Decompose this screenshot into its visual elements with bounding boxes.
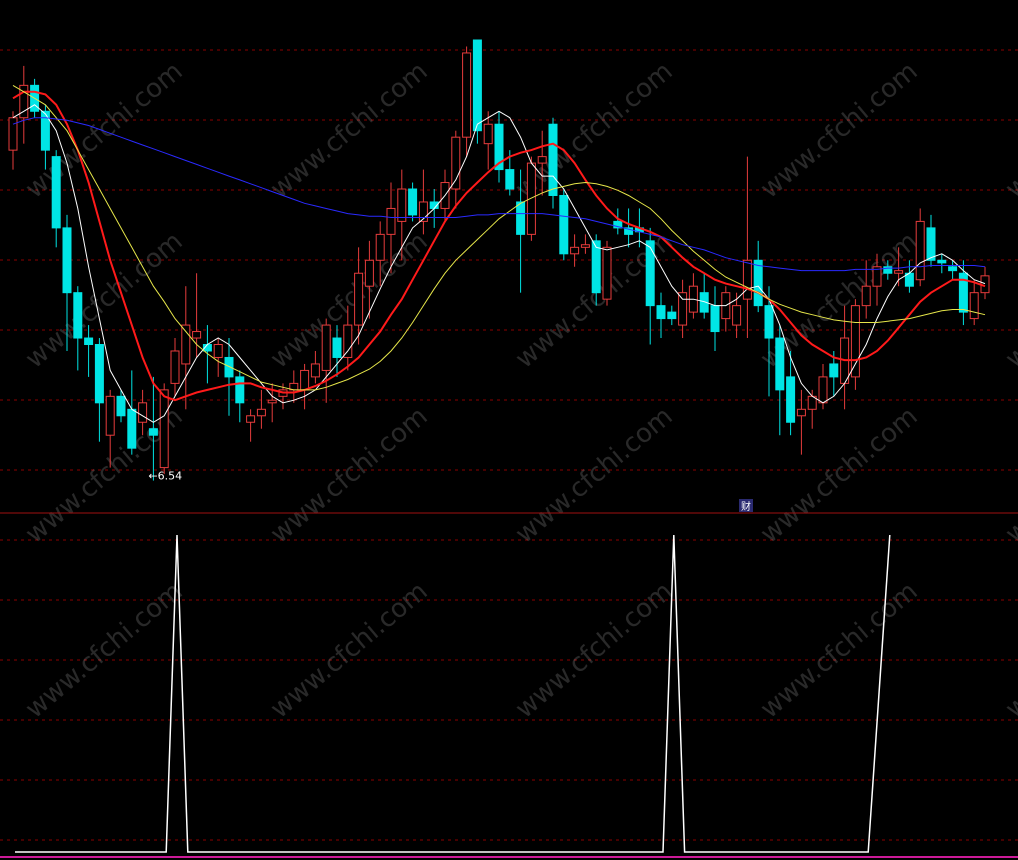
candle-down bbox=[753, 259, 763, 307]
candle-up bbox=[462, 52, 472, 138]
candle-down bbox=[710, 305, 720, 333]
candle-down bbox=[235, 376, 245, 404]
candle-up bbox=[159, 389, 169, 469]
candle-up bbox=[796, 408, 806, 417]
candle-down bbox=[656, 305, 666, 320]
candle-up bbox=[386, 207, 396, 235]
candle-down bbox=[548, 123, 558, 196]
candle-up bbox=[602, 246, 612, 300]
candle-down bbox=[516, 201, 526, 235]
candle-down bbox=[51, 156, 61, 229]
candle-down bbox=[775, 337, 785, 391]
candle-down bbox=[127, 408, 137, 449]
candle-down bbox=[667, 311, 677, 320]
candle-down bbox=[786, 376, 796, 423]
candle-down bbox=[224, 356, 234, 378]
candle-down bbox=[926, 227, 936, 261]
candle-up bbox=[732, 305, 742, 326]
candle-up bbox=[8, 117, 18, 151]
candle-up bbox=[170, 350, 180, 384]
candle-up bbox=[397, 188, 407, 222]
candle-down bbox=[332, 337, 342, 358]
candle-up bbox=[138, 402, 148, 423]
low-price-label: ←6.54 bbox=[148, 469, 182, 482]
candle-down bbox=[764, 305, 774, 339]
candle-down bbox=[505, 169, 515, 190]
candle-down bbox=[62, 227, 72, 294]
candle-down bbox=[408, 188, 418, 216]
candle-up bbox=[818, 376, 828, 404]
candle-up bbox=[678, 292, 688, 326]
candle-down bbox=[937, 259, 947, 264]
candle-up bbox=[483, 123, 493, 145]
candle-up bbox=[310, 363, 320, 378]
candle-up bbox=[192, 331, 202, 339]
candle-up bbox=[894, 270, 904, 274]
candle-up bbox=[375, 233, 385, 261]
candle-down bbox=[559, 194, 569, 255]
candle-down bbox=[948, 266, 958, 272]
candle-down bbox=[73, 292, 83, 339]
candle-up bbox=[267, 399, 277, 404]
candle-up bbox=[354, 272, 364, 326]
candle-up bbox=[742, 259, 752, 300]
candle-up bbox=[300, 369, 310, 391]
candle-up bbox=[246, 415, 256, 423]
candle-up bbox=[850, 305, 860, 378]
candle-up bbox=[451, 136, 461, 190]
candle-down bbox=[84, 337, 94, 346]
candle-up bbox=[526, 162, 536, 235]
candle-up bbox=[213, 344, 223, 358]
candle-down bbox=[829, 363, 839, 378]
candle-up bbox=[321, 324, 331, 371]
candle-up bbox=[915, 220, 925, 281]
candle-down bbox=[116, 395, 126, 417]
candle-down bbox=[591, 240, 601, 294]
candle-up bbox=[256, 408, 266, 417]
candle-down bbox=[472, 39, 482, 132]
candle-up bbox=[580, 244, 590, 248]
candle-up bbox=[343, 324, 353, 358]
candle-down bbox=[645, 240, 655, 307]
candle-up bbox=[570, 246, 580, 255]
stock-chart: www.cfchi.com www.cfchi.com www.cfchi.com w… bbox=[0, 0, 1018, 860]
candle-up bbox=[364, 259, 374, 287]
candle-down bbox=[148, 428, 158, 436]
candle-down bbox=[40, 110, 50, 151]
divider-marker: 财 bbox=[741, 500, 751, 513]
candle-up bbox=[105, 395, 115, 436]
candle-down bbox=[94, 344, 104, 404]
candle-up bbox=[861, 285, 871, 307]
candle-up bbox=[537, 156, 547, 164]
candle-up bbox=[969, 292, 979, 320]
